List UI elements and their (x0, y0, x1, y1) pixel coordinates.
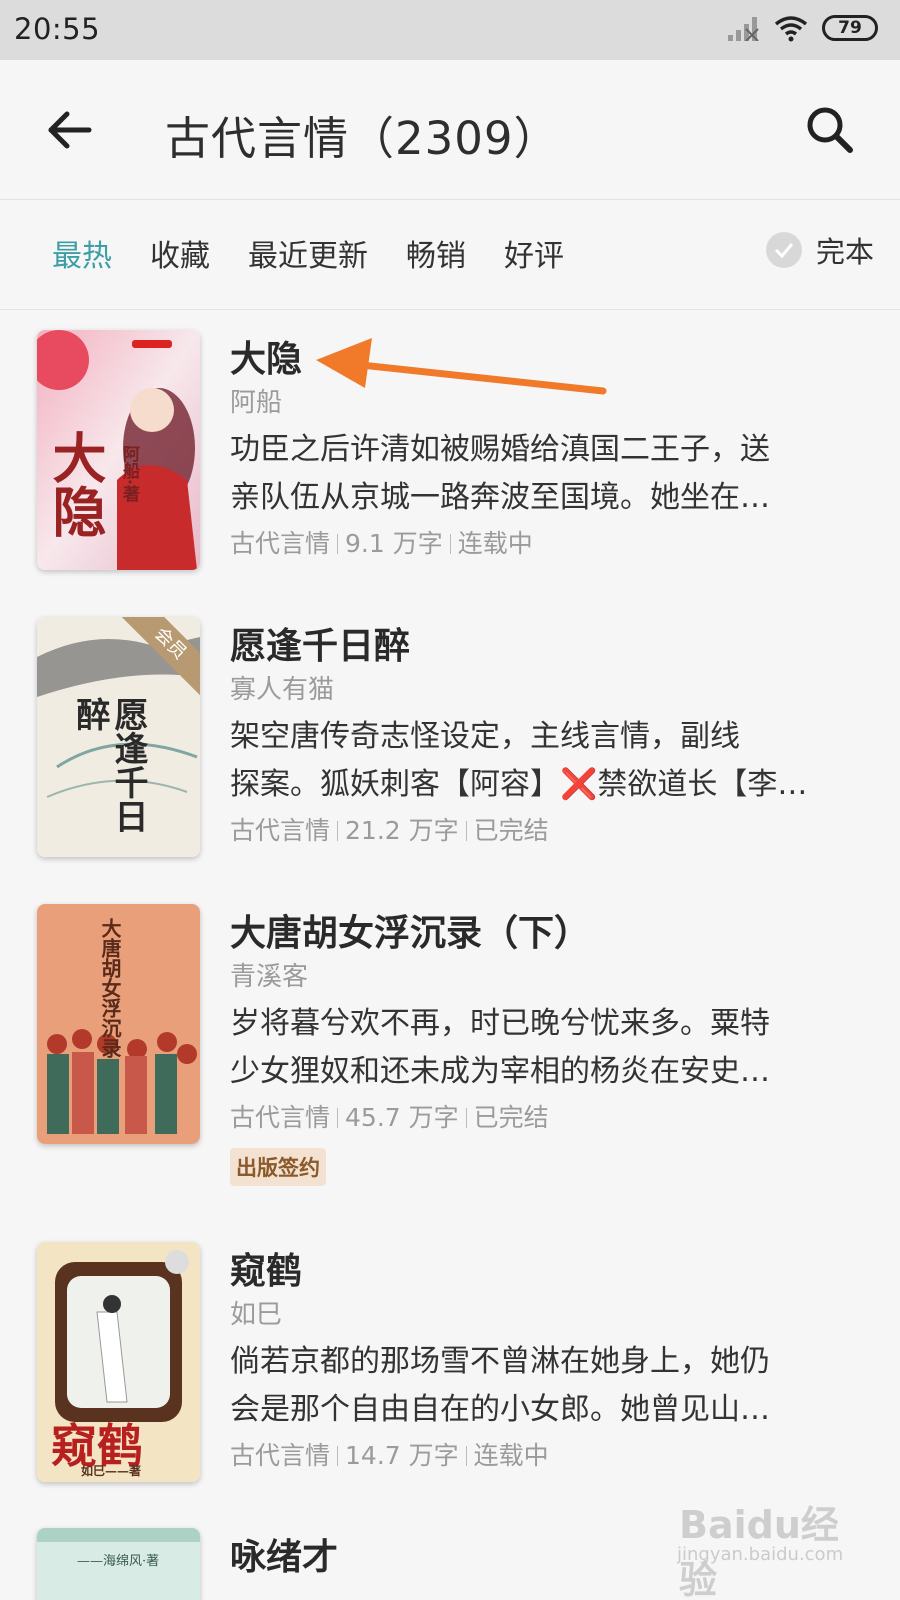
cover-title: 大隐 (43, 430, 107, 538)
page-title: 古代言情（2309） (165, 112, 560, 165)
back-button[interactable] (42, 102, 98, 158)
book-meta: 古代言情 14.7 万字 连载中 (230, 1436, 870, 1476)
meta-divider (465, 821, 467, 841)
book-info: 大隐 阿船 功臣之后许清如被赐婚给滇国二王子，送 亲队伍从京城一路奔波至国境。她… (230, 338, 870, 564)
watermark: Baidu经验 jingyan.baidu.com (675, 1488, 875, 1600)
complete-label: 完本 (815, 235, 874, 269)
publishing-badge: 出版签约 (230, 1148, 326, 1186)
meta-divider (337, 534, 339, 554)
book-status: 已完结 (473, 816, 549, 845)
book-status: 已完结 (473, 1103, 549, 1132)
book-meta: 古代言情 9.1 万字 连载中 (230, 524, 870, 564)
status-bar: 20:55 79 (0, 0, 900, 60)
meta-divider (465, 1446, 467, 1466)
book-description: 岁将暮兮欢不再，时已晚兮忧来多。粟特 少女狸奴和还未成为宰相的杨炎在安史… (230, 1000, 870, 1096)
book-cover[interactable]: 大隐 阿船·著 (37, 330, 200, 570)
book-title[interactable]: 愿逢千日醉 (230, 625, 870, 669)
tab-bestselling[interactable]: 畅销 (406, 231, 466, 275)
filter-bar: 最热 收藏 最近更新 畅销 好评 完本 (0, 200, 900, 310)
tab-favorites[interactable]: 收藏 (150, 231, 210, 275)
book-cover[interactable]: ——海绵风·著 (37, 1528, 200, 1600)
desc-line: 功臣之后许清如被赐婚给滇国二王子，送 (230, 432, 770, 467)
book-info: 大唐胡女浮沉录（下） 青溪客 岁将暮兮欢不再，时已晚兮忧来多。粟特 少女狸奴和还… (230, 912, 870, 1186)
book-description: 功臣之后许清如被赐婚给滇国二王子，送 亲队伍从京城一路奔波至国境。她坐在… (230, 426, 870, 522)
book-title[interactable]: 窥鹤 (230, 1250, 870, 1294)
book-meta: 古代言情 21.2 万字 已完结 (230, 811, 870, 851)
sort-tabs: 最热 收藏 最近更新 畅销 好评 (52, 231, 564, 275)
book-description: 架空唐传奇志怪设定，主线言情，副线 探案。狐妖刺客【阿容】❌禁欲道长【李… (230, 713, 870, 809)
desc-line: 架空唐传奇志怪设定，主线言情，副线 (230, 719, 740, 754)
status-time: 20:55 (14, 12, 101, 46)
search-button[interactable] (800, 100, 860, 160)
status-icons: 79 (726, 14, 878, 42)
desc-line: 倘若京都的那场雪不曾淋在她身上，她仍 (230, 1344, 770, 1379)
book-word-count: 21.2 万字 (345, 816, 459, 845)
book-status: 连载中 (473, 1441, 549, 1470)
book-category: 古代言情 (230, 1441, 331, 1470)
book-word-count: 45.7 万字 (345, 1103, 459, 1132)
book-info: 愿逢千日醉 寡人有猫 架空唐传奇志怪设定，主线言情，副线 探案。狐妖刺客【阿容】… (230, 625, 870, 851)
book-cover[interactable]: 大唐胡女浮沉录 (37, 904, 200, 1144)
tab-top-rated[interactable]: 好评 (504, 231, 564, 275)
desc-line: 少女狸奴和还未成为宰相的杨炎在安史… (230, 1054, 770, 1089)
cover-author: ——海绵风·著 (77, 1554, 160, 1569)
book-meta: 古代言情 45.7 万字 已完结 (230, 1098, 870, 1138)
meta-divider (337, 1446, 339, 1466)
book-word-count: 14.7 万字 (345, 1441, 459, 1470)
meta-divider (449, 534, 451, 554)
desc-line: 探案。狐妖刺客【阿容】❌禁欲道长【李… (230, 767, 808, 802)
book-title[interactable]: 大隐 (230, 338, 870, 382)
cover-author: 如巳——著 (81, 1464, 142, 1478)
check-circle-icon (765, 232, 802, 268)
battery-indicator: 79 (822, 15, 878, 41)
book-cover[interactable]: 愿逢千日醉 会员 (37, 617, 200, 857)
meta-divider (337, 1108, 339, 1128)
meta-divider (465, 1108, 467, 1128)
book-author: 寡人有猫 (230, 675, 335, 705)
book-author: 青溪客 (230, 962, 309, 992)
desc-line: 会是那个自由自在的小女郎。她曾见山… (230, 1392, 770, 1427)
arrow-left-icon (48, 111, 92, 149)
meta-divider (337, 821, 339, 841)
desc-line: 岁将暮兮欢不再，时已晚兮忧来多。粟特 (230, 1006, 770, 1041)
tab-hottest[interactable]: 最热 (52, 231, 112, 275)
watermark-url: jingyan.baidu.com (677, 1544, 844, 1565)
book-word-count: 9.1 万字 (345, 529, 443, 558)
cover-author: 阿船·著 (119, 445, 139, 502)
signal-icon (728, 17, 759, 41)
book-author: 如巳 (230, 1300, 283, 1330)
book-info: 窥鹤 如巳 倘若京都的那场雪不曾淋在她身上，她仍 会是那个自由自在的小女郎。她曾… (230, 1250, 870, 1476)
book-title[interactable]: 大唐胡女浮沉录（下） (230, 912, 870, 956)
book-status: 连载中 (457, 529, 533, 558)
complete-filter-toggle[interactable]: 完本 (765, 229, 874, 271)
desc-line: 亲队伍从京城一路奔波至国境。她坐在… (230, 480, 770, 515)
tab-recently-updated[interactable]: 最近更新 (248, 231, 368, 275)
book-category: 古代言情 (230, 816, 331, 845)
book-category: 古代言情 (230, 529, 331, 558)
cover-title: 大唐胡女浮沉录 (98, 918, 122, 1058)
book-category: 古代言情 (230, 1103, 331, 1132)
book-cover[interactable]: 窥鹤 如巳——著 (37, 1242, 200, 1482)
wifi-icon (774, 16, 808, 42)
top-app-bar: 古代言情（2309） (0, 60, 900, 200)
book-author: 阿船 (230, 388, 283, 418)
search-icon (807, 107, 853, 153)
cover-title: 愿逢千日醉 (70, 697, 148, 833)
book-description: 倘若京都的那场雪不曾淋在她身上，她仍 会是那个自由自在的小女郎。她曾见山… (230, 1338, 870, 1434)
